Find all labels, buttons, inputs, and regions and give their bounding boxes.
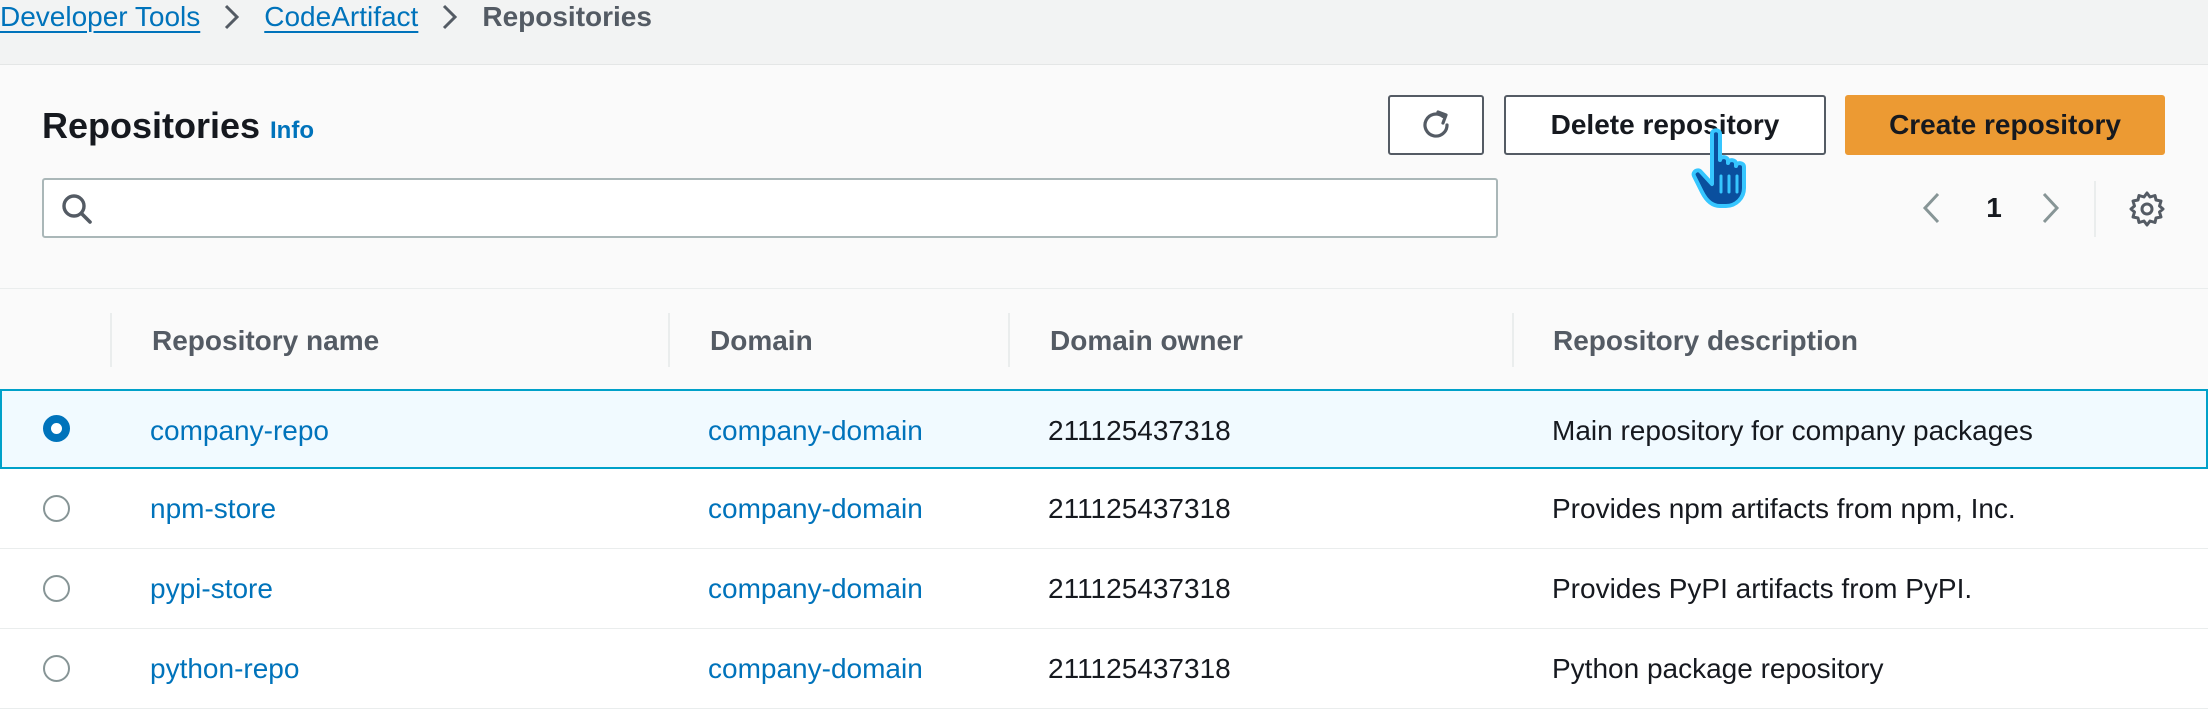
domain-owner: 211125437318: [1048, 415, 1231, 446]
repository-description: Main repository for company packages: [1552, 415, 2033, 446]
column-header-repository-name[interactable]: Repository name: [152, 289, 379, 392]
row-radio[interactable]: [43, 415, 70, 442]
breadcrumb-codeartifact[interactable]: CodeArtifact: [264, 3, 418, 31]
table-row[interactable]: python-repo company-domain 211125437318 …: [0, 629, 2208, 709]
repositories-panel: Repositories Info Delete repository Crea…: [0, 64, 2208, 710]
column-header-domain-owner[interactable]: Domain owner: [1050, 289, 1243, 392]
breadcrumb-current: Repositories: [482, 1, 652, 32]
domain-owner: 211125437318: [1048, 573, 1231, 604]
previous-page-button[interactable]: [1918, 183, 1952, 233]
breadcrumb-developer-tools[interactable]: Developer Tools: [0, 3, 200, 31]
table-row[interactable]: npm-store company-domain 211125437318 Pr…: [0, 469, 2208, 549]
row-radio[interactable]: [43, 495, 70, 522]
repository-name-link[interactable]: company-repo: [150, 391, 329, 471]
domain-link[interactable]: company-domain: [708, 629, 923, 709]
domain-owner: 211125437318: [1048, 493, 1231, 524]
repository-description: Provides PyPI artifacts from PyPI.: [1552, 573, 1973, 604]
column-divider: [1512, 313, 1514, 367]
repository-description: Python package repository: [1552, 653, 1884, 684]
column-header-domain[interactable]: Domain: [710, 289, 813, 392]
row-radio[interactable]: [43, 655, 70, 682]
divider: [2094, 181, 2096, 237]
panel-header: Repositories Info Delete repository Crea…: [0, 65, 2208, 289]
page-title: Repositories: [42, 105, 261, 146]
table-row[interactable]: company-repo company-domain 211125437318…: [0, 389, 2208, 469]
gear-icon: [2129, 191, 2165, 227]
chevron-left-icon: [1922, 192, 1940, 224]
chevron-right-icon: [418, 2, 482, 32]
column-header-repository-description[interactable]: Repository description: [1553, 289, 1858, 392]
page-number[interactable]: 1: [1982, 183, 2006, 233]
repository-description: Provides npm artifacts from npm, Inc.: [1552, 493, 2016, 524]
repository-name-link[interactable]: pypi-store: [150, 549, 273, 629]
column-divider: [110, 313, 112, 367]
refresh-button[interactable]: [1388, 95, 1484, 155]
domain-link[interactable]: company-domain: [708, 469, 923, 549]
refresh-icon: [1423, 110, 1449, 138]
domain-link[interactable]: company-domain: [708, 549, 923, 629]
column-divider: [1008, 313, 1010, 367]
row-radio[interactable]: [43, 575, 70, 602]
domain-owner: 211125437318: [1048, 653, 1231, 684]
hand-cursor-icon: [1690, 126, 1780, 221]
create-repository-button[interactable]: Create repository: [1845, 95, 2165, 155]
preferences-button[interactable]: [2128, 190, 2166, 233]
repository-name-link[interactable]: python-repo: [150, 629, 299, 709]
info-link[interactable]: Info: [270, 117, 314, 145]
search-field[interactable]: [42, 178, 1498, 238]
chevron-right-icon: [200, 2, 264, 32]
search-input[interactable]: [114, 186, 1484, 230]
search-icon: [60, 192, 94, 231]
repository-name-link[interactable]: npm-store: [150, 469, 276, 549]
table-row[interactable]: pypi-store company-domain 211125437318 P…: [0, 549, 2208, 629]
breadcrumb: Developer Tools CodeArtifact Repositorie…: [0, 0, 652, 34]
table-header: Repository name Domain Domain owner Repo…: [0, 289, 2208, 392]
chevron-right-icon: [2042, 192, 2060, 224]
column-divider: [668, 313, 670, 367]
next-page-button[interactable]: [2036, 183, 2070, 233]
domain-link[interactable]: company-domain: [708, 391, 923, 471]
